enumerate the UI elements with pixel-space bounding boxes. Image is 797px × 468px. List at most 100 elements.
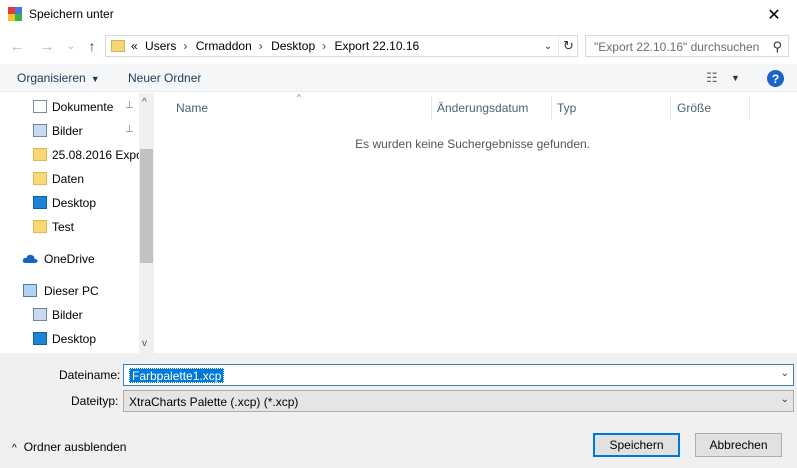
sidebar-item-bilder[interactable]: Bilder ⊥	[0, 120, 140, 142]
column-header-type[interactable]: Typ	[557, 101, 576, 115]
save-options-panel: Dateiname: Farbpalette1.xcp ⌄ Dateityp: …	[0, 353, 797, 468]
filename-label: Dateiname:	[59, 368, 121, 382]
search-icon[interactable]: ⚲	[772, 39, 782, 55]
search-placeholder: "Export 22.10.16" durchsuchen	[594, 40, 760, 54]
folder-icon	[33, 172, 47, 185]
cancel-button[interactable]: Abbrechen	[695, 433, 782, 457]
search-input[interactable]: "Export 22.10.16" durchsuchen ⚲	[585, 35, 789, 57]
sidebar-item-pc-desktop[interactable]: Desktop	[0, 328, 140, 350]
column-header-date[interactable]: Änderungsdatum	[437, 101, 528, 115]
app-icon	[8, 7, 22, 21]
up-button[interactable]: ↑	[83, 38, 101, 54]
new-folder-button[interactable]: Neuer Ordner	[128, 71, 201, 85]
pin-icon: ⊥	[125, 124, 134, 135]
sidebar-item-export-folder[interactable]: 25.08.2016 Export	[0, 144, 140, 166]
navigation-pane: Dokumente ⊥ Bilder ⊥ 25.08.2016 Export D…	[0, 93, 155, 353]
column-divider[interactable]	[431, 96, 432, 120]
address-bar[interactable]: « Users › Crmaddon › Desktop › Export 22.10…	[105, 35, 578, 57]
sidebar-item-onedrive[interactable]: OneDrive	[0, 248, 140, 270]
caret-down-icon: ▼	[90, 74, 100, 84]
caret-down-icon[interactable]: ▼	[731, 73, 740, 83]
sidebar-item-label: Bilder	[52, 124, 83, 138]
save-button[interactable]: Speichern	[593, 433, 680, 457]
column-header-name[interactable]: Name	[176, 101, 208, 115]
filetype-label: Dateityp:	[71, 394, 119, 408]
breadcrumb: « Users › Crmaddon › Desktop › Export 22.10…	[131, 39, 423, 53]
refresh-button[interactable]: ↻	[558, 37, 578, 55]
scroll-up-icon[interactable]: ^	[142, 97, 147, 108]
sidebar-item-desktop[interactable]: Desktop	[0, 192, 140, 214]
cloud-icon	[22, 254, 38, 263]
breadcrumb-overflow[interactable]: «	[131, 39, 138, 53]
sidebar-item-label: OneDrive	[44, 252, 95, 266]
recent-locations-button[interactable]: ⌄	[62, 38, 80, 54]
sidebar-item-label: Bilder	[52, 308, 83, 322]
hide-folders-toggle[interactable]: ^ Ordner ausblenden	[12, 440, 126, 454]
file-list: ^ Name Änderungsdatum Typ Größe Es wurde…	[155, 93, 797, 353]
address-history-button[interactable]: ⌄	[538, 37, 558, 55]
breadcrumb-crmaddon[interactable]: Crmaddon	[196, 39, 252, 53]
help-button[interactable]: ?	[767, 70, 784, 87]
navigation-row: ← → ⌄ ↑ « Users › Crmaddon › Desktop › Expo…	[0, 30, 797, 62]
filename-value[interactable]: Farbpalette1.xcp	[129, 368, 225, 383]
filetype-select[interactable]: XtraCharts Palette (.xcp) (*.xcp) ⌄	[123, 390, 794, 412]
up-arrow-icon: ↑	[88, 38, 96, 54]
folder-icon	[33, 148, 47, 161]
sidebar-item-label: Test	[52, 220, 75, 234]
pin-icon: ⊥	[125, 100, 134, 111]
sidebar-item-daten[interactable]: Daten	[0, 168, 140, 190]
chevron-right-icon[interactable]: ›	[183, 39, 187, 53]
empty-message: Es wurden keine Suchergebnisse gefunden.	[355, 137, 590, 151]
folder-icon	[111, 40, 125, 52]
command-toolbar: Organisieren ▼ Neuer Ordner ☷ ▼ ?	[0, 64, 797, 92]
column-divider[interactable]	[749, 96, 750, 120]
desktop-icon	[33, 196, 47, 209]
chevron-right-icon[interactable]: ›	[259, 39, 263, 53]
title-bar: Speichern unter ✕	[0, 0, 797, 30]
column-divider[interactable]	[670, 96, 671, 120]
organize-button[interactable]: Organisieren ▼	[17, 71, 100, 85]
close-icon: ✕	[767, 7, 781, 24]
chevron-down-icon: ⌄	[66, 40, 76, 52]
chevron-right-icon[interactable]: ›	[322, 39, 326, 53]
view-options-icon[interactable]: ☷	[706, 70, 718, 86]
document-icon	[33, 100, 47, 113]
sidebar-item-dieser-pc[interactable]: Dieser PC	[0, 280, 140, 302]
desktop-icon	[33, 332, 47, 345]
sidebar-item-label: Dokumente	[52, 100, 114, 114]
forward-button[interactable]: →	[38, 38, 56, 54]
computer-icon	[23, 284, 37, 297]
pictures-icon	[33, 124, 47, 137]
refresh-icon: ↻	[563, 38, 574, 53]
close-button[interactable]: ✕	[751, 0, 797, 30]
forward-arrow-icon: →	[40, 38, 54, 54]
chevron-down-icon: ⌄	[543, 40, 553, 52]
chevron-up-icon: ^	[12, 443, 17, 454]
sidebar-scrollbar[interactable]: ^ v	[139, 93, 154, 353]
scroll-down-icon[interactable]: v	[142, 338, 147, 349]
column-divider[interactable]	[551, 96, 552, 120]
folder-icon	[33, 220, 47, 233]
column-header-size[interactable]: Größe	[677, 101, 711, 115]
filetype-value: XtraCharts Palette (.xcp) (*.xcp)	[129, 395, 299, 409]
sidebar-item-label: 25.08.2016 Export	[52, 148, 140, 162]
breadcrumb-export[interactable]: Export 22.10.16	[334, 39, 419, 53]
sidebar-item-dokumente[interactable]: Dokumente ⊥	[0, 96, 140, 118]
breadcrumb-users[interactable]: Users	[145, 39, 176, 53]
sidebar-item-label: Dieser PC	[44, 284, 99, 298]
sidebar-item-label: Desktop	[52, 332, 97, 346]
sidebar-item-test[interactable]: Test	[0, 216, 140, 238]
back-button[interactable]: ←	[8, 38, 26, 54]
chevron-down-icon[interactable]: ⌄	[781, 394, 789, 405]
chevron-down-icon[interactable]: ⌄	[781, 368, 789, 379]
sidebar-item-label: Daten	[52, 172, 85, 186]
sidebar-item-pc-bilder[interactable]: Bilder	[0, 304, 140, 326]
window-title: Speichern unter	[29, 7, 114, 21]
hide-folders-label: Ordner ausblenden	[23, 440, 127, 454]
pictures-icon	[33, 308, 47, 321]
sidebar-item-label: Desktop	[52, 196, 97, 210]
scrollbar-thumb[interactable]	[140, 149, 153, 263]
filename-field[interactable]: Farbpalette1.xcp ⌄	[123, 364, 794, 386]
sort-caret-icon: ^	[297, 93, 301, 102]
breadcrumb-desktop[interactable]: Desktop	[271, 39, 315, 53]
